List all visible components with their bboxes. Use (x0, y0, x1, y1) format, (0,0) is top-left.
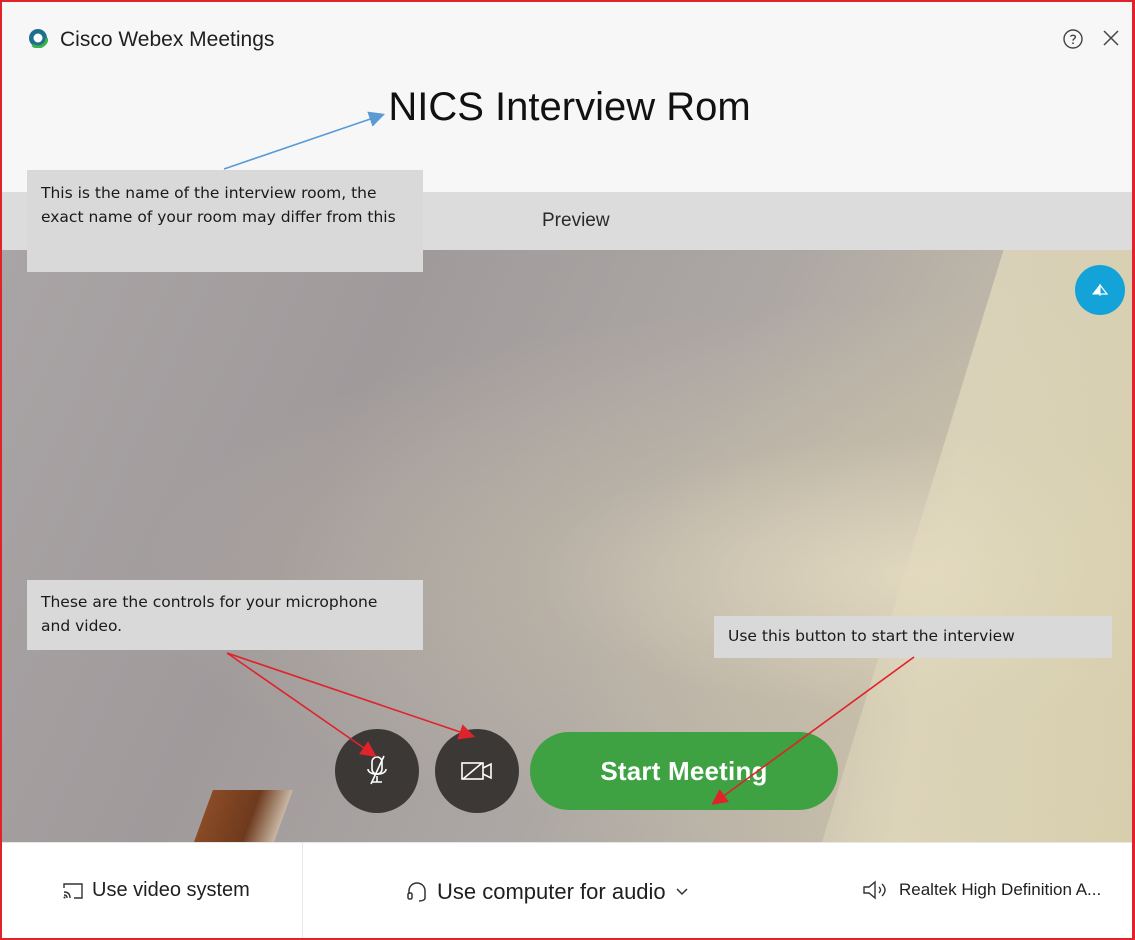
room-name-annotation: This is the name of the interview room, … (27, 170, 423, 272)
microphone-muted-icon (367, 755, 387, 785)
headset-icon (407, 882, 426, 902)
use-video-system-label: Use video system (92, 879, 250, 901)
use-video-system-button[interactable]: Use video system (62, 879, 250, 902)
title-bar: Cisco Webex Meetings (2, 2, 1132, 82)
speaker-icon (863, 880, 886, 900)
audio-option-dropdown[interactable]: Use computer for audio (405, 879, 698, 905)
webex-logo-icon (28, 28, 48, 48)
mute-microphone-button[interactable] (335, 729, 419, 813)
audio-option-label: Use computer for audio (437, 879, 666, 904)
cast-icon (63, 882, 83, 899)
close-icon[interactable] (1101, 28, 1121, 48)
speaker-label: Realtek High Definition A... (899, 880, 1102, 899)
chevron-down-icon (676, 888, 688, 896)
controls-annotation: These are the controls for your micropho… (27, 580, 423, 650)
start-button-annotation: Use this button to start the interview (714, 616, 1112, 658)
speaker-selector[interactable]: Realtek High Definition A... (861, 879, 1101, 901)
preview-furniture (191, 790, 293, 842)
room-title: NICS Interview Rom (388, 85, 751, 129)
self-view-glyph (1091, 283, 1109, 296)
self-view-icon[interactable] (1075, 265, 1125, 315)
stop-video-button[interactable] (435, 729, 519, 813)
bottom-divider (302, 843, 303, 938)
preview-label: Preview (542, 210, 610, 231)
webex-window: Cisco Webex Meetings NICS Interview Rom … (0, 0, 1135, 940)
help-circle-icon[interactable] (1062, 28, 1084, 50)
app-title: Cisco Webex Meetings (60, 28, 275, 51)
preview-light-area (822, 250, 1132, 842)
video-off-icon (461, 762, 492, 780)
start-meeting-button[interactable]: Start Meeting (530, 732, 838, 810)
audio-video-options-bar: Use video system Use computer for audio … (2, 842, 1132, 938)
